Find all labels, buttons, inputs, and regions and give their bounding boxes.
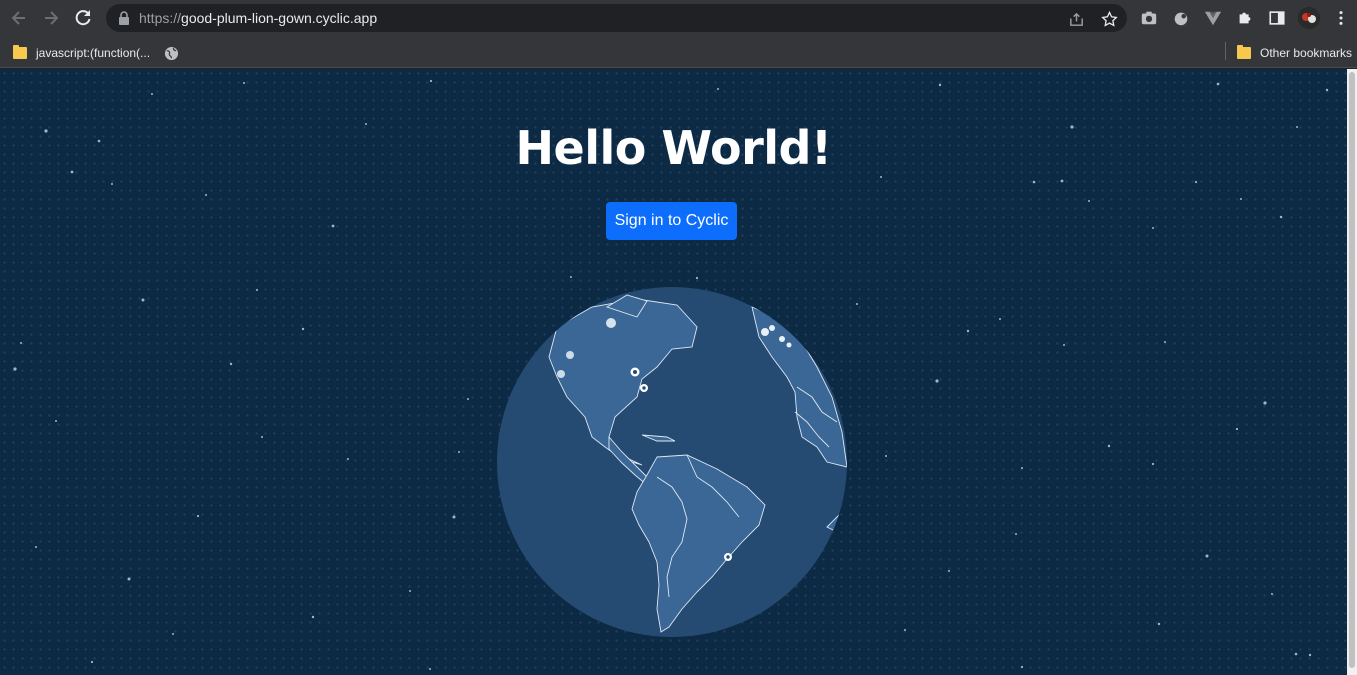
- share-button[interactable]: [1067, 10, 1085, 28]
- puzzle-icon: [1239, 12, 1251, 24]
- globe: [497, 287, 847, 637]
- bookmark-item-globe[interactable]: [164, 43, 179, 63]
- reload-button[interactable]: [71, 6, 95, 30]
- menu-button[interactable]: [1331, 8, 1351, 28]
- page-heading: Hello World!: [515, 121, 832, 175]
- page-scrollbar[interactable]: [1347, 69, 1357, 675]
- scrollbar-thumb[interactable]: [1349, 72, 1355, 668]
- url-scheme: https://: [139, 10, 182, 26]
- browser-toolbar: https://good-plum-lion-gown.cyclic.app: [0, 0, 1357, 37]
- other-bookmarks-label: Other bookmarks: [1260, 46, 1353, 60]
- globe-icon: [164, 46, 179, 60]
- url-host: good-plum-lion-gown.cyclic.app: [181, 10, 378, 26]
- kebab-menu-icon: [1339, 11, 1343, 25]
- address-bar[interactable]: https://good-plum-lion-gown.cyclic.app: [106, 4, 1127, 32]
- other-bookmarks[interactable]: Other bookmarks: [1237, 43, 1352, 63]
- extension-camera[interactable]: [1139, 8, 1159, 28]
- folder-icon: [1237, 45, 1251, 59]
- extension-gnome[interactable]: [1171, 8, 1191, 28]
- bookmarks-bar: javascript:(function(... Other bookmarks: [0, 37, 1357, 68]
- bookmark-item-javascript[interactable]: javascript:(function(...: [13, 43, 150, 63]
- side-panel-button[interactable]: [1267, 8, 1287, 28]
- back-button[interactable]: [7, 6, 31, 30]
- extension-vue[interactable]: [1203, 8, 1223, 28]
- page-viewport: Hello World! Sign in to Cyclic: [0, 69, 1347, 675]
- arrow-left-icon: [11, 11, 25, 25]
- forward-button[interactable]: [39, 6, 63, 30]
- star-icon: [1100, 10, 1118, 27]
- bookmark-label: javascript:(function(...: [36, 46, 151, 60]
- bookmark-star-button[interactable]: [1100, 10, 1118, 28]
- camera-icon: [1141, 11, 1157, 25]
- sign-in-button[interactable]: Sign in to Cyclic: [606, 202, 737, 240]
- reload-icon: [75, 10, 91, 26]
- avatar-icon: [1298, 7, 1320, 29]
- extensions-button[interactable]: [1235, 8, 1255, 28]
- bookmarks-divider: [1225, 42, 1226, 60]
- bookmarklet-icon: [13, 45, 27, 59]
- vue-icon: [1204, 11, 1222, 26]
- lock-icon: [119, 11, 129, 25]
- share-icon: [1069, 12, 1083, 26]
- url-text: https://good-plum-lion-gown.cyclic.app: [139, 10, 377, 26]
- profile-avatar[interactable]: [1298, 7, 1320, 29]
- gnome-icon: [1174, 12, 1188, 26]
- arrow-right-icon: [45, 11, 59, 25]
- side-panel-icon: [1269, 11, 1285, 25]
